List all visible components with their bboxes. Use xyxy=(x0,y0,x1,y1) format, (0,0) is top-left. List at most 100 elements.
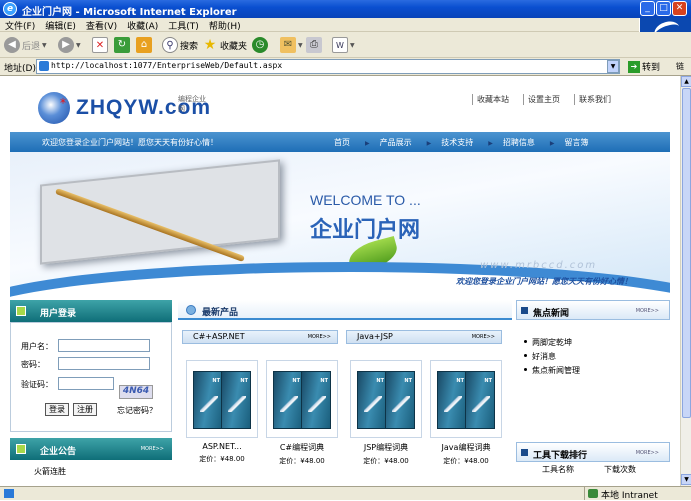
welcome-text: 欢迎您登录企业门户网站！愿您天天有份好心情！ xyxy=(42,138,218,147)
downloads-more-link[interactable]: MORE>> xyxy=(636,450,659,456)
banner-welcome-en: WELCOME TO ... xyxy=(310,192,421,208)
grid-icon xyxy=(16,444,26,454)
list-item[interactable]: 火箭连胜 xyxy=(10,460,172,477)
menu-file[interactable]: 文件(F) xyxy=(0,18,40,33)
history-icon: ◷ xyxy=(252,37,268,53)
book-icon: NT xyxy=(221,371,251,429)
list-item[interactable]: 两脚定乾坤 xyxy=(516,334,670,348)
nav-jobs[interactable]: 招聘信息 ▶ xyxy=(503,137,555,148)
username-input[interactable] xyxy=(58,339,150,352)
menu-view[interactable]: 查看(V) xyxy=(81,18,122,33)
menu-help[interactable]: 帮助(H) xyxy=(204,18,246,33)
tab-aspnet-more[interactable]: MORE>> xyxy=(308,334,331,340)
home-icon: ⌂ xyxy=(136,37,152,53)
password-input[interactable] xyxy=(58,357,150,370)
nav-products[interactable]: 产品展示 ▶ xyxy=(380,137,432,148)
list-item[interactable]: 好消息 xyxy=(516,348,670,362)
toolbar: ◀ 后退 ▼ ▶ ▼ ✕ ↻ ⌂ ⚲ 搜索 ★ 收藏夹 ◷ ✉ ▼ ⎙ W ▼ xyxy=(0,32,691,58)
login-button[interactable]: 登录 xyxy=(45,403,69,416)
scroll-down-arrow[interactable]: ▼ xyxy=(681,474,691,485)
tab-java-more[interactable]: MORE>> xyxy=(472,334,495,340)
product-image: NT NT xyxy=(266,360,338,438)
news-list: 两脚定乾坤 好消息 焦点新闻管理 xyxy=(516,320,670,376)
menu-edit[interactable]: 编辑(E) xyxy=(40,18,81,33)
product-name: C#编程词典 xyxy=(279,443,325,452)
menu-tools[interactable]: 工具(T) xyxy=(163,18,204,33)
book-icon: NT xyxy=(273,371,303,429)
login-header: 用户登录 xyxy=(10,300,172,322)
go-button[interactable]: ➔ 转到 xyxy=(628,60,660,73)
window-title: 企业门户网 - Microsoft Internet Explorer xyxy=(22,7,237,18)
book-icon: NT xyxy=(357,371,387,429)
refresh-button[interactable]: ↻ xyxy=(114,36,130,54)
products-header: 最新产品 xyxy=(178,300,512,320)
grid-icon xyxy=(16,306,26,316)
links-toolbar[interactable]: 链 xyxy=(676,61,684,72)
nav-home[interactable]: 首页 ▶ xyxy=(334,137,370,148)
back-button[interactable]: ◀ 后退 ▼ xyxy=(4,36,47,54)
product-card[interactable]: NT NT ASP.NET... 定价：¥48.00 xyxy=(186,360,258,464)
scroll-up-arrow[interactable]: ▲ xyxy=(681,76,691,87)
tab-aspnet[interactable]: C#+ASP.NET MORE>> xyxy=(182,330,338,344)
captcha-input[interactable] xyxy=(58,377,114,390)
book-icon: NT xyxy=(465,371,495,429)
nav-menu: 首页 ▶ 产品展示 ▶ 技术支持 ▶ 招聘信息 ▶ 留言簿 xyxy=(334,137,599,148)
printer-icon: ⎙ xyxy=(306,37,322,53)
column-header: 工具名称 xyxy=(542,465,574,474)
address-input[interactable]: http://localhost:1077/EnterpriseWeb/Defa… xyxy=(36,59,620,74)
address-dropdown[interactable]: ▼ xyxy=(607,60,619,73)
right-column: 焦点新闻 MORE>> 两脚定乾坤 好消息 焦点新闻管理 工具下载排行 MORE… xyxy=(516,300,670,486)
edit-button[interactable]: W ▼ xyxy=(332,36,355,54)
list-item[interactable]: 焦点新闻管理 xyxy=(516,362,670,376)
search-button[interactable]: ⚲ 搜索 xyxy=(162,36,198,54)
forward-arrow-icon: ▶ xyxy=(58,37,74,53)
page-status-icon xyxy=(4,489,14,498)
site-logo[interactable]: * ZHQYW.com 编程企业网 xyxy=(38,92,211,124)
go-arrow-icon: ➔ xyxy=(628,60,640,73)
favorites-button[interactable]: ★ 收藏夹 xyxy=(202,36,247,54)
tab-java[interactable]: Java+JSP MORE>> xyxy=(346,330,502,344)
print-button[interactable]: ⎙ xyxy=(306,36,322,54)
menu-bar: 文件(F) 编辑(E) 查看(V) 收藏(A) 工具(T) 帮助(H) xyxy=(0,18,691,32)
news-header: 焦点新闻 MORE>> xyxy=(516,300,670,320)
zone-label: 本地 Intranet xyxy=(601,491,658,501)
left-column: 用户登录 用户名： 密码： 验证码： 4N64 登录 注册 忘记密码？ 企业公告… xyxy=(10,300,172,486)
product-price: 定价：¥48.00 xyxy=(443,457,489,465)
notice-header: 企业公告 MORE>> xyxy=(10,438,172,460)
address-label: 地址(D) xyxy=(4,64,36,74)
bookmark-link[interactable]: 收藏本站 xyxy=(472,94,517,105)
history-button[interactable]: ◷ xyxy=(252,36,268,54)
nav-support[interactable]: 技术支持 ▶ xyxy=(441,137,493,148)
news-more-link[interactable]: MORE>> xyxy=(636,308,659,314)
product-name: ASP.NET... xyxy=(202,442,242,451)
forgot-password-link[interactable]: 忘记密码？ xyxy=(117,405,157,416)
set-homepage-link[interactable]: 设置主页 xyxy=(523,94,568,105)
product-card[interactable]: NT NT Java编程词典 定价：¥48.00 xyxy=(430,360,502,466)
mail-button[interactable]: ✉ ▼ xyxy=(280,36,303,54)
globe-icon xyxy=(186,305,196,315)
book-icon: NT xyxy=(301,371,331,429)
product-card[interactable]: NT NT JSP编程词典 定价：¥48.00 xyxy=(350,360,422,466)
product-name: Java编程词典 xyxy=(441,443,491,452)
forward-button[interactable]: ▶ ▼ xyxy=(58,36,81,54)
back-arrow-icon: ◀ xyxy=(4,37,20,53)
stop-button[interactable]: ✕ xyxy=(92,36,108,54)
maximize-button[interactable]: □ xyxy=(656,1,671,16)
product-card[interactable]: NT NT C#编程词典 定价：¥48.00 xyxy=(266,360,338,466)
scroll-thumb[interactable] xyxy=(682,88,691,418)
home-button[interactable]: ⌂ xyxy=(136,36,152,54)
product-price: 定价：¥48.00 xyxy=(279,457,325,465)
captcha-image[interactable]: 4N64 xyxy=(119,385,153,399)
column-header: 下载次数 xyxy=(604,465,636,474)
username-label: 用户名： xyxy=(21,342,53,351)
vertical-scrollbar[interactable]: ▲ ▼ xyxy=(680,76,691,486)
top-links: 收藏本站 设置主页 联系我们 xyxy=(472,94,625,105)
register-button[interactable]: 注册 xyxy=(73,403,97,416)
contact-link[interactable]: 联系我们 xyxy=(574,94,619,105)
menu-favorites[interactable]: 收藏(A) xyxy=(122,18,163,33)
product-image: NT NT xyxy=(430,360,502,438)
minimize-button[interactable]: _ xyxy=(640,1,655,16)
close-button[interactable]: ✕ xyxy=(672,1,687,16)
nav-guestbook[interactable]: 留言簿 xyxy=(565,137,589,148)
notice-more-link[interactable]: MORE>> xyxy=(141,446,164,452)
